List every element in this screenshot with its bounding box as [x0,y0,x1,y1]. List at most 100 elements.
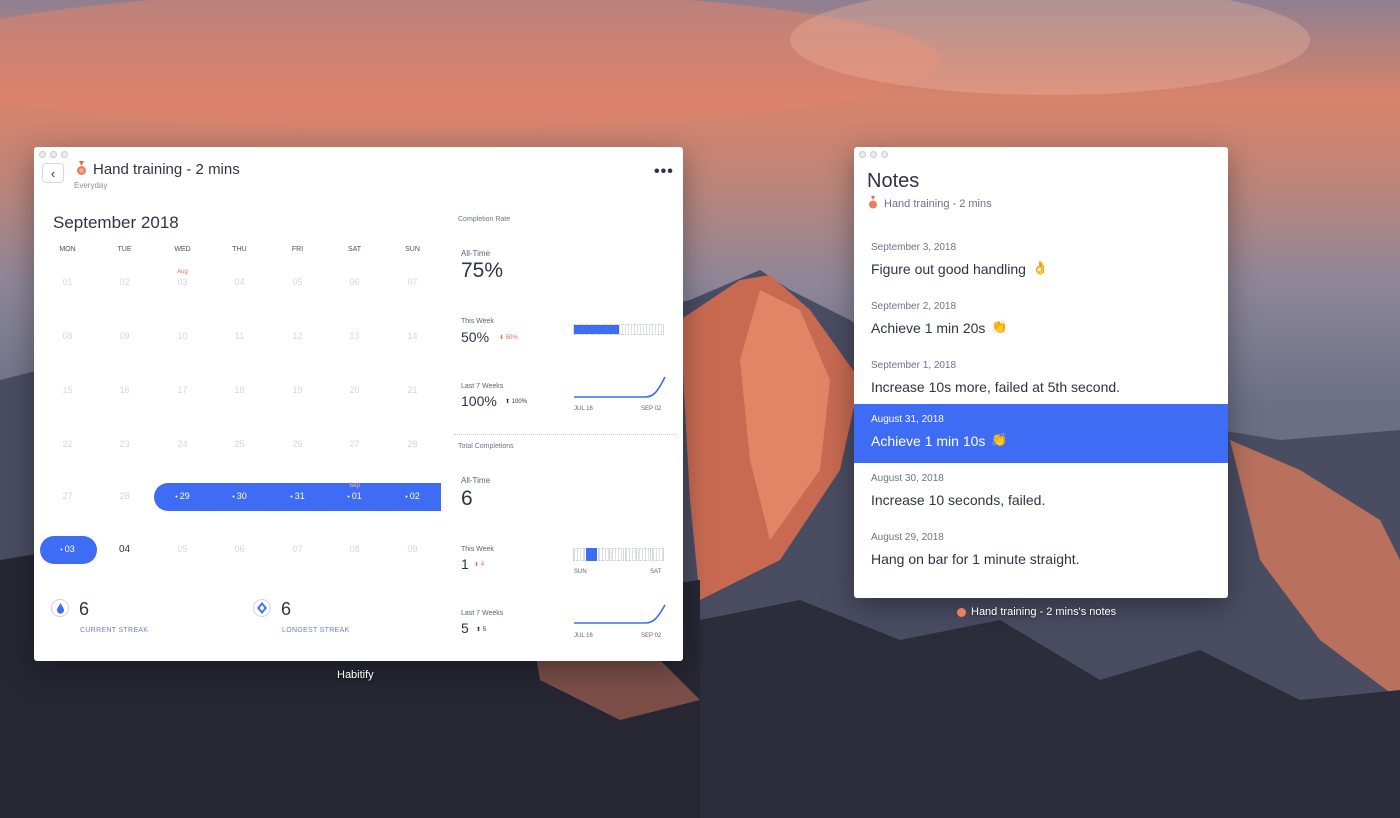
note-text: Achieve 1 min 10s [871,433,986,449]
calendar-day[interactable]: 01 [39,277,96,287]
month-start-marker: Sep [349,483,360,489]
habit-dot-icon [957,607,966,617]
note-text: Increase 10 seconds, failed. [871,492,1046,508]
current-streak-icon [51,599,69,617]
calendar-day[interactable]: 18 [211,385,268,395]
minimize-window-button[interactable] [870,151,877,158]
day-bar [624,548,638,561]
calendar-day[interactable]: 23 [96,439,153,449]
calendar-day[interactable]: 27 [326,439,383,449]
total-week-delta: ⬇ 4 [474,562,485,568]
total-7w-axis-start: JUL 16 [574,633,593,639]
calendar-day[interactable]: 14 [384,331,441,341]
calendar-day[interactable]: 26 [269,439,326,449]
more-options-button[interactable]: ••• [654,163,674,181]
notes-title: Notes [867,170,920,192]
note-date: August 31, 2018 [871,414,944,425]
zoom-window-button[interactable] [61,151,68,158]
calendar-day[interactable]: 04 [96,544,153,555]
day-bar [638,548,651,561]
calendar-day[interactable]: 13 [326,331,383,341]
calendar-day-completed[interactable]: • 31 [269,491,326,501]
weekday-label: MON [59,246,76,253]
total-week-value: 1 [461,556,469,572]
completion-week-label: This Week [461,318,494,325]
total-week-axis-start: SUN [574,569,587,575]
calendar-day[interactable]: 20 [326,385,383,395]
calendar-day[interactable]: 02 [96,277,153,287]
day-bar [651,548,664,561]
calendar-day[interactable]: 07 [384,277,441,287]
calendar-day[interactable]: 27 [39,491,96,501]
weekday-label: THU [232,246,247,253]
arrow-up-icon: ⬆ [476,627,482,633]
note-date: August 30, 2018 [871,473,944,484]
calendar-day[interactable]: 15 [39,385,96,395]
completion-7w-axis-end: SEP 02 [641,406,662,412]
calendar-day[interactable]: 09 [96,331,153,341]
completion-week-bar-fill [574,325,619,334]
calendar-day-completed[interactable]: • 30 [211,491,268,501]
current-streak-label: CURRENT STREAK [80,627,149,634]
total-7w-axis-end: SEP 02 [641,633,662,639]
calendar-day[interactable]: 08 [39,331,96,341]
completion-7w-sparkline [574,376,666,398]
calendar-day[interactable]: 11 [211,331,268,341]
calendar-day-completed[interactable]: • 02 [384,491,441,501]
note-item[interactable]: September 2, 2018 Achieve 1 min 20s 👏 [854,291,1228,350]
calendar-day[interactable]: 22 [39,439,96,449]
back-button[interactable]: ‹ [42,163,64,183]
note-item[interactable]: September 1, 2018 Increase 10s more, fail… [854,350,1228,409]
calendar-day[interactable]: 05 [154,544,211,554]
calendar-day[interactable]: 08 [326,544,383,554]
note-item[interactable]: August 30, 2018 Increase 10 seconds, fail… [854,463,1228,522]
longest-streak-label: LONGEST STREAK [282,627,350,634]
calendar-day[interactable]: 12 [269,331,326,341]
completion-alltime-value: 75% [461,259,504,282]
close-window-button[interactable] [39,151,46,158]
calendar-day[interactable]: 28 [384,439,441,449]
calendar-day[interactable]: 03 [154,277,211,287]
calendar-day[interactable]: 19 [269,385,326,395]
completion-week-bar [573,324,664,335]
window-controls [859,151,888,158]
calendar-day[interactable]: 17 [154,385,211,395]
calendar-day[interactable]: 07 [269,544,326,554]
total-7w-value: 5 [461,620,469,636]
zoom-window-button[interactable] [881,151,888,158]
calendar-day[interactable]: 06 [326,277,383,287]
arrow-up-icon: ⬆ [505,399,511,405]
calendar-day[interactable]: 21 [384,385,441,395]
note-item[interactable]: August 29, 2018 Hang on bar for 1 minute … [854,522,1228,581]
calendar-day-completed[interactable]: • 03 [39,544,96,554]
window-controls [39,151,68,158]
total-7w-sparkline [574,604,666,624]
total-alltime-label: All-Time [461,476,491,485]
calendar-day[interactable]: 09 [384,544,441,554]
completion-7w-delta: ⬆ 100% [505,399,528,405]
weekday-label: WED [174,246,191,253]
calendar-day[interactable]: 05 [269,277,326,287]
total-7w-delta: ⬆ 5 [476,627,487,633]
note-item[interactable]: September 3, 2018 Figure out good handlin… [854,232,1228,291]
completion-week-delta: ⬇ 50% [499,335,518,341]
total-week-axis-end: SAT [650,569,662,575]
calendar-day[interactable]: 28 [96,491,153,501]
note-text: Figure out good handling [871,261,1026,277]
calendar-day[interactable]: 10 [154,331,211,341]
calendar-day[interactable]: 16 [96,385,153,395]
calendar-day-completed[interactable]: • 29 [154,491,211,501]
medal-icon [869,196,877,209]
calendar-day[interactable]: 24 [154,439,211,449]
day-bar [597,548,611,561]
close-window-button[interactable] [859,151,866,158]
calendar-day-completed[interactable]: • 01 [326,491,383,501]
calendar-day[interactable]: 06 [211,544,268,554]
day-bar [611,548,624,561]
calendar-day[interactable]: 04 [211,277,268,287]
completion-rate-title: Completion Rate [458,216,511,223]
total-completions-title: Total Completions [458,443,514,450]
minimize-window-button[interactable] [50,151,57,158]
note-item[interactable]: August 31, 2018 Achieve 1 min 10s 👏 [854,404,1228,463]
calendar-day[interactable]: 25 [211,439,268,449]
